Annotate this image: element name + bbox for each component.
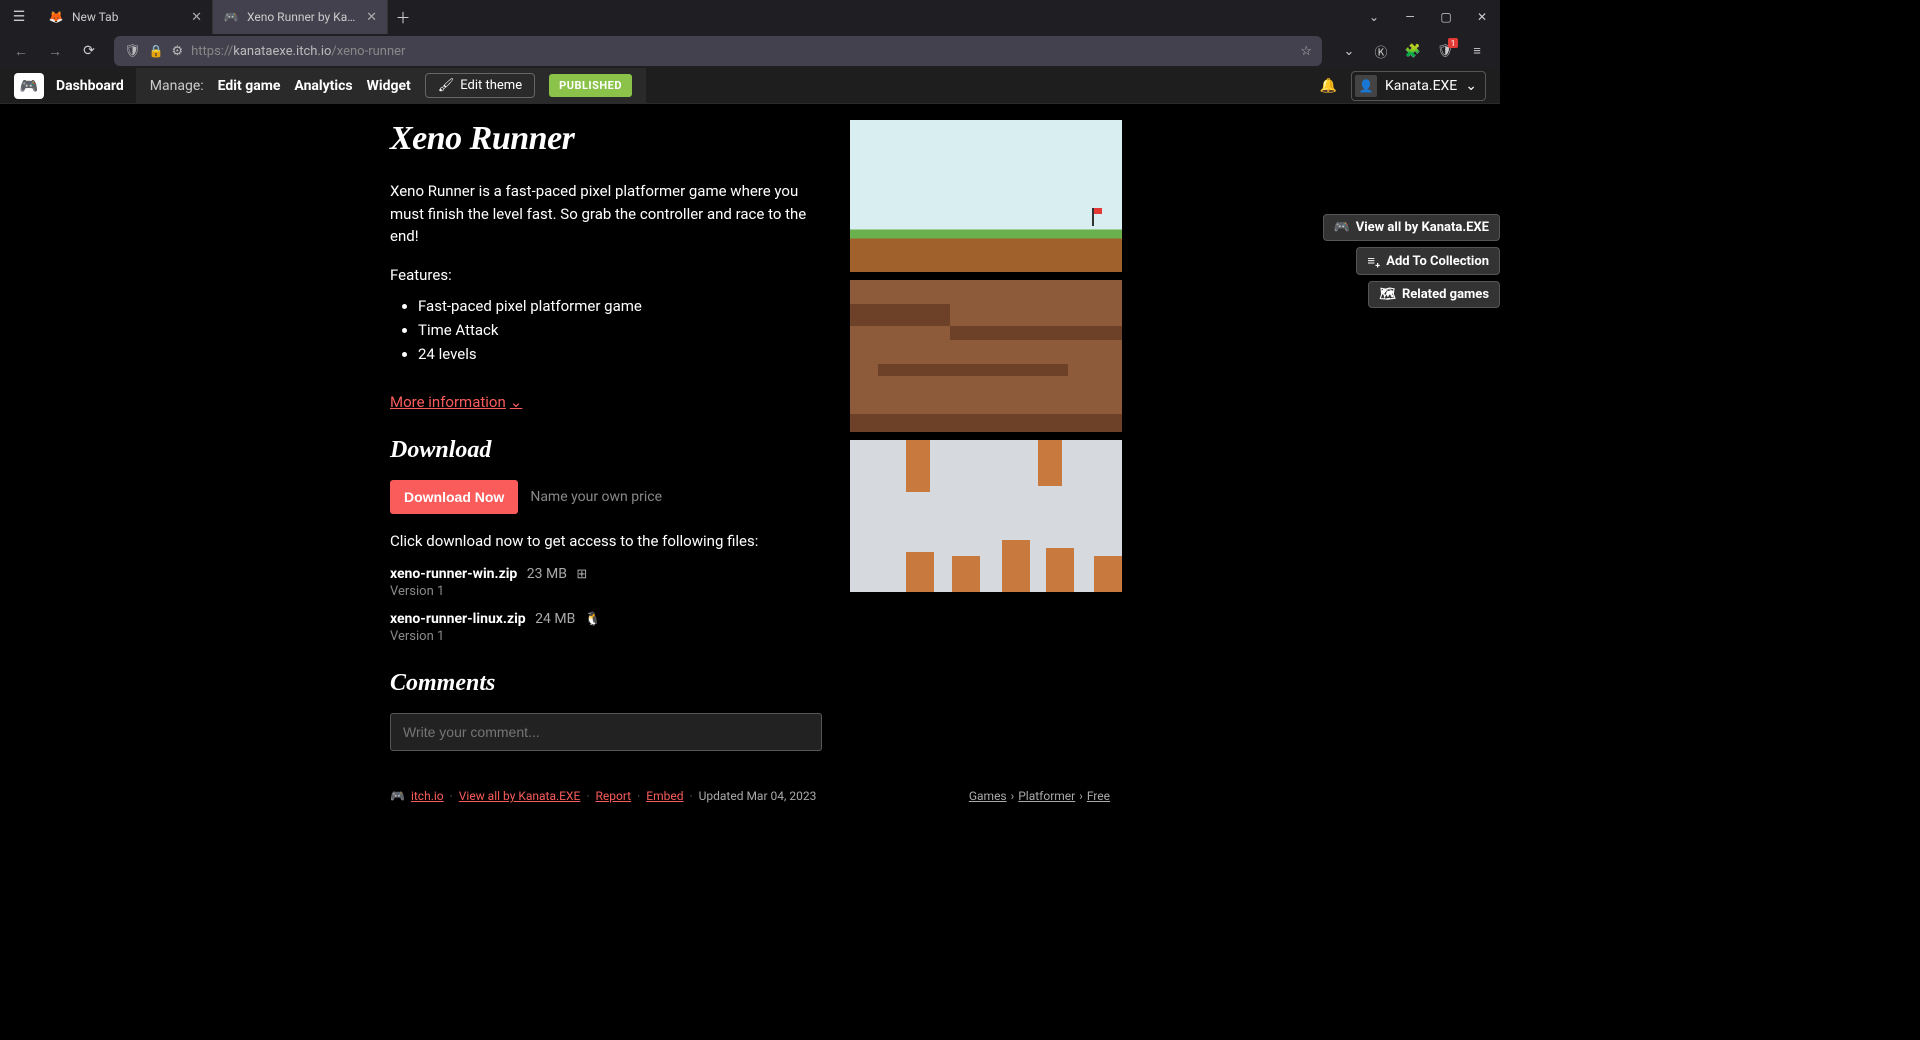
chevron-down-icon: ⌄ — [510, 393, 523, 411]
screenshot-thumbnail[interactable] — [850, 280, 1122, 432]
download-file-row: xeno-runner-win.zip 23 MB ⊞ Version 1 — [390, 566, 822, 599]
features-list: Fast-paced pixel platformer game Time At… — [390, 294, 822, 366]
notifications-icon[interactable]: 🔔 — [1320, 78, 1337, 94]
itch-small-icon: 🎮 — [1334, 220, 1350, 235]
browser-tabs: 🦊 New Tab ✕ 🎮 Xeno Runner by Kanata.EXE … — [38, 0, 1356, 34]
download-access-note: Click download now to get access to the … — [390, 532, 822, 550]
side-action-chips: 🎮 View all by Kanata.EXE ≡₊ Add To Colle… — [1323, 214, 1500, 308]
reload-button[interactable]: ⟳ — [74, 36, 104, 66]
category-free-link[interactable]: Free — [1087, 789, 1110, 803]
back-button[interactable]: ← — [6, 36, 36, 66]
username: Kanata.EXE — [1385, 78, 1457, 94]
extension-k-icon[interactable]: Ⓚ — [1370, 40, 1392, 62]
pocket-icon[interactable]: ⌄ — [1338, 40, 1360, 62]
list-all-tabs-button[interactable]: ⌄ — [1356, 0, 1392, 34]
chevron-down-icon: ⌄ — [1465, 78, 1477, 94]
download-now-button[interactable]: Download Now — [390, 480, 518, 514]
category-platformer-link[interactable]: Platformer — [1018, 789, 1075, 803]
new-tab-button[interactable]: ＋ — [388, 2, 418, 32]
windows-icon: ⊞ — [576, 567, 587, 582]
tab-new-tab[interactable]: 🦊 New Tab ✕ — [38, 0, 213, 34]
manage-label: Manage: — [150, 78, 204, 94]
forward-button: → — [40, 36, 70, 66]
permissions-icon[interactable]: ⚙ — [171, 44, 183, 59]
page-title: Xeno Runner — [390, 120, 822, 158]
widget-link[interactable]: Widget — [367, 78, 411, 94]
list-item: 24 levels — [418, 342, 822, 366]
view-all-by-author-button[interactable]: 🎮 View all by Kanata.EXE — [1323, 214, 1500, 241]
report-link[interactable]: Report — [595, 789, 631, 803]
file-version: Version 1 — [390, 629, 822, 644]
price-note: Name your own price — [530, 489, 662, 505]
edit-game-link[interactable]: Edit game — [218, 78, 281, 94]
list-item: Fast-paced pixel platformer game — [418, 294, 822, 318]
screenshot-thumbnail[interactable] — [850, 120, 1122, 272]
itch-icon: 🎮 — [223, 9, 239, 25]
screenshot-column — [850, 120, 1122, 751]
add-to-collection-button[interactable]: ≡₊ Add To Collection — [1356, 247, 1500, 275]
comments-heading: Comments — [390, 670, 822, 697]
manage-block: Manage: Edit game Analytics Widget 🖌 Edi… — [136, 68, 646, 104]
sidebar-toggle-button[interactable]: ☰ — [0, 9, 38, 25]
download-heading: Download — [390, 437, 822, 464]
analytics-link[interactable]: Analytics — [294, 78, 352, 94]
app-menu-button[interactable]: ≡ — [1466, 40, 1488, 62]
tab-label: New Tab — [72, 10, 183, 24]
file-name[interactable]: xeno-runner-win.zip — [390, 566, 517, 582]
bookmark-star-icon[interactable]: ☆ — [1300, 44, 1312, 59]
brush-icon: 🖌 — [438, 78, 455, 93]
dashboard-link[interactable]: Dashboard — [56, 78, 124, 94]
url-text: https://kanataexe.itch.io/xeno-runner — [191, 44, 1292, 59]
game-description: Xeno Runner is a fast-paced pixel platfo… — [390, 180, 822, 248]
itch-footer-icon: 🎮 — [390, 789, 405, 803]
download-file-row: xeno-runner-linux.zip 24 MB 🐧 Version 1 — [390, 611, 822, 644]
itch-io-link[interactable]: itch.io — [411, 789, 444, 803]
page-footer: 🎮 itch.io · View all by Kanata.EXE · Rep… — [0, 782, 1500, 810]
user-menu[interactable]: 👤 Kanata.EXE ⌄ — [1351, 71, 1486, 101]
file-name[interactable]: xeno-runner-linux.zip — [390, 611, 526, 627]
comment-input[interactable] — [390, 713, 822, 751]
maximize-button[interactable]: ▢ — [1428, 0, 1464, 34]
more-information-toggle[interactable]: More information ⌄ — [390, 393, 522, 411]
ublock-icon[interactable]: 🛡 — [1434, 40, 1456, 62]
minimize-button[interactable]: — — [1392, 0, 1428, 34]
embed-link[interactable]: Embed — [646, 789, 683, 803]
linux-icon: 🐧 — [585, 612, 601, 627]
edit-theme-button[interactable]: 🖌 Edit theme — [425, 73, 535, 98]
close-window-button[interactable]: ✕ — [1464, 0, 1500, 34]
shield-icon[interactable]: 🛡 — [124, 44, 141, 59]
lock-icon[interactable]: 🔒 — [149, 44, 164, 58]
page-body: 🎮 View all by Kanata.EXE ≡₊ Add To Colle… — [0, 104, 1500, 810]
related-games-button[interactable]: 🗺 Related games — [1368, 281, 1500, 308]
published-badge: PUBLISHED — [549, 74, 632, 97]
category-games-link[interactable]: Games — [969, 789, 1007, 803]
map-icon: 🗺 — [1379, 287, 1396, 302]
address-bar[interactable]: 🛡 🔒 ⚙ https://kanataexe.itch.io/xeno-run… — [114, 36, 1322, 66]
itch-admin-bar: 🎮 Dashboard Manage: Edit game Analytics … — [0, 68, 1500, 104]
toolbar-extensions: ⌄ Ⓚ 🧩 🛡 ≡ — [1332, 40, 1494, 62]
list-add-icon: ≡₊ — [1367, 253, 1380, 269]
itch-logo-icon[interactable]: 🎮 — [14, 73, 44, 99]
tab-xeno-runner[interactable]: 🎮 Xeno Runner by Kanata.EXE ✕ — [213, 0, 388, 34]
file-version: Version 1 — [390, 584, 822, 599]
updated-text: Updated Mar 04, 2023 — [699, 789, 817, 803]
browser-titlebar: ☰ 🦊 New Tab ✕ 🎮 Xeno Runner by Kanata.EX… — [0, 0, 1500, 34]
window-controls: ⌄ — ▢ ✕ — [1356, 0, 1500, 34]
firefox-icon: 🦊 — [48, 9, 64, 25]
avatar: 👤 — [1355, 75, 1377, 97]
file-size: 24 MB — [535, 611, 575, 627]
view-all-footer-link[interactable]: View all by Kanata.EXE — [459, 789, 581, 803]
file-size: 23 MB — [527, 566, 567, 582]
list-item: Time Attack — [418, 318, 822, 342]
close-icon[interactable]: ✕ — [366, 10, 377, 25]
close-icon[interactable]: ✕ — [191, 10, 202, 25]
tab-label: Xeno Runner by Kanata.EXE — [247, 10, 358, 24]
features-heading: Features: — [390, 266, 822, 284]
browser-toolbar: ← → ⟳ 🛡 🔒 ⚙ https://kanataexe.itch.io/xe… — [0, 34, 1500, 68]
extensions-icon[interactable]: 🧩 — [1402, 40, 1424, 62]
screenshot-thumbnail[interactable] — [850, 440, 1122, 592]
